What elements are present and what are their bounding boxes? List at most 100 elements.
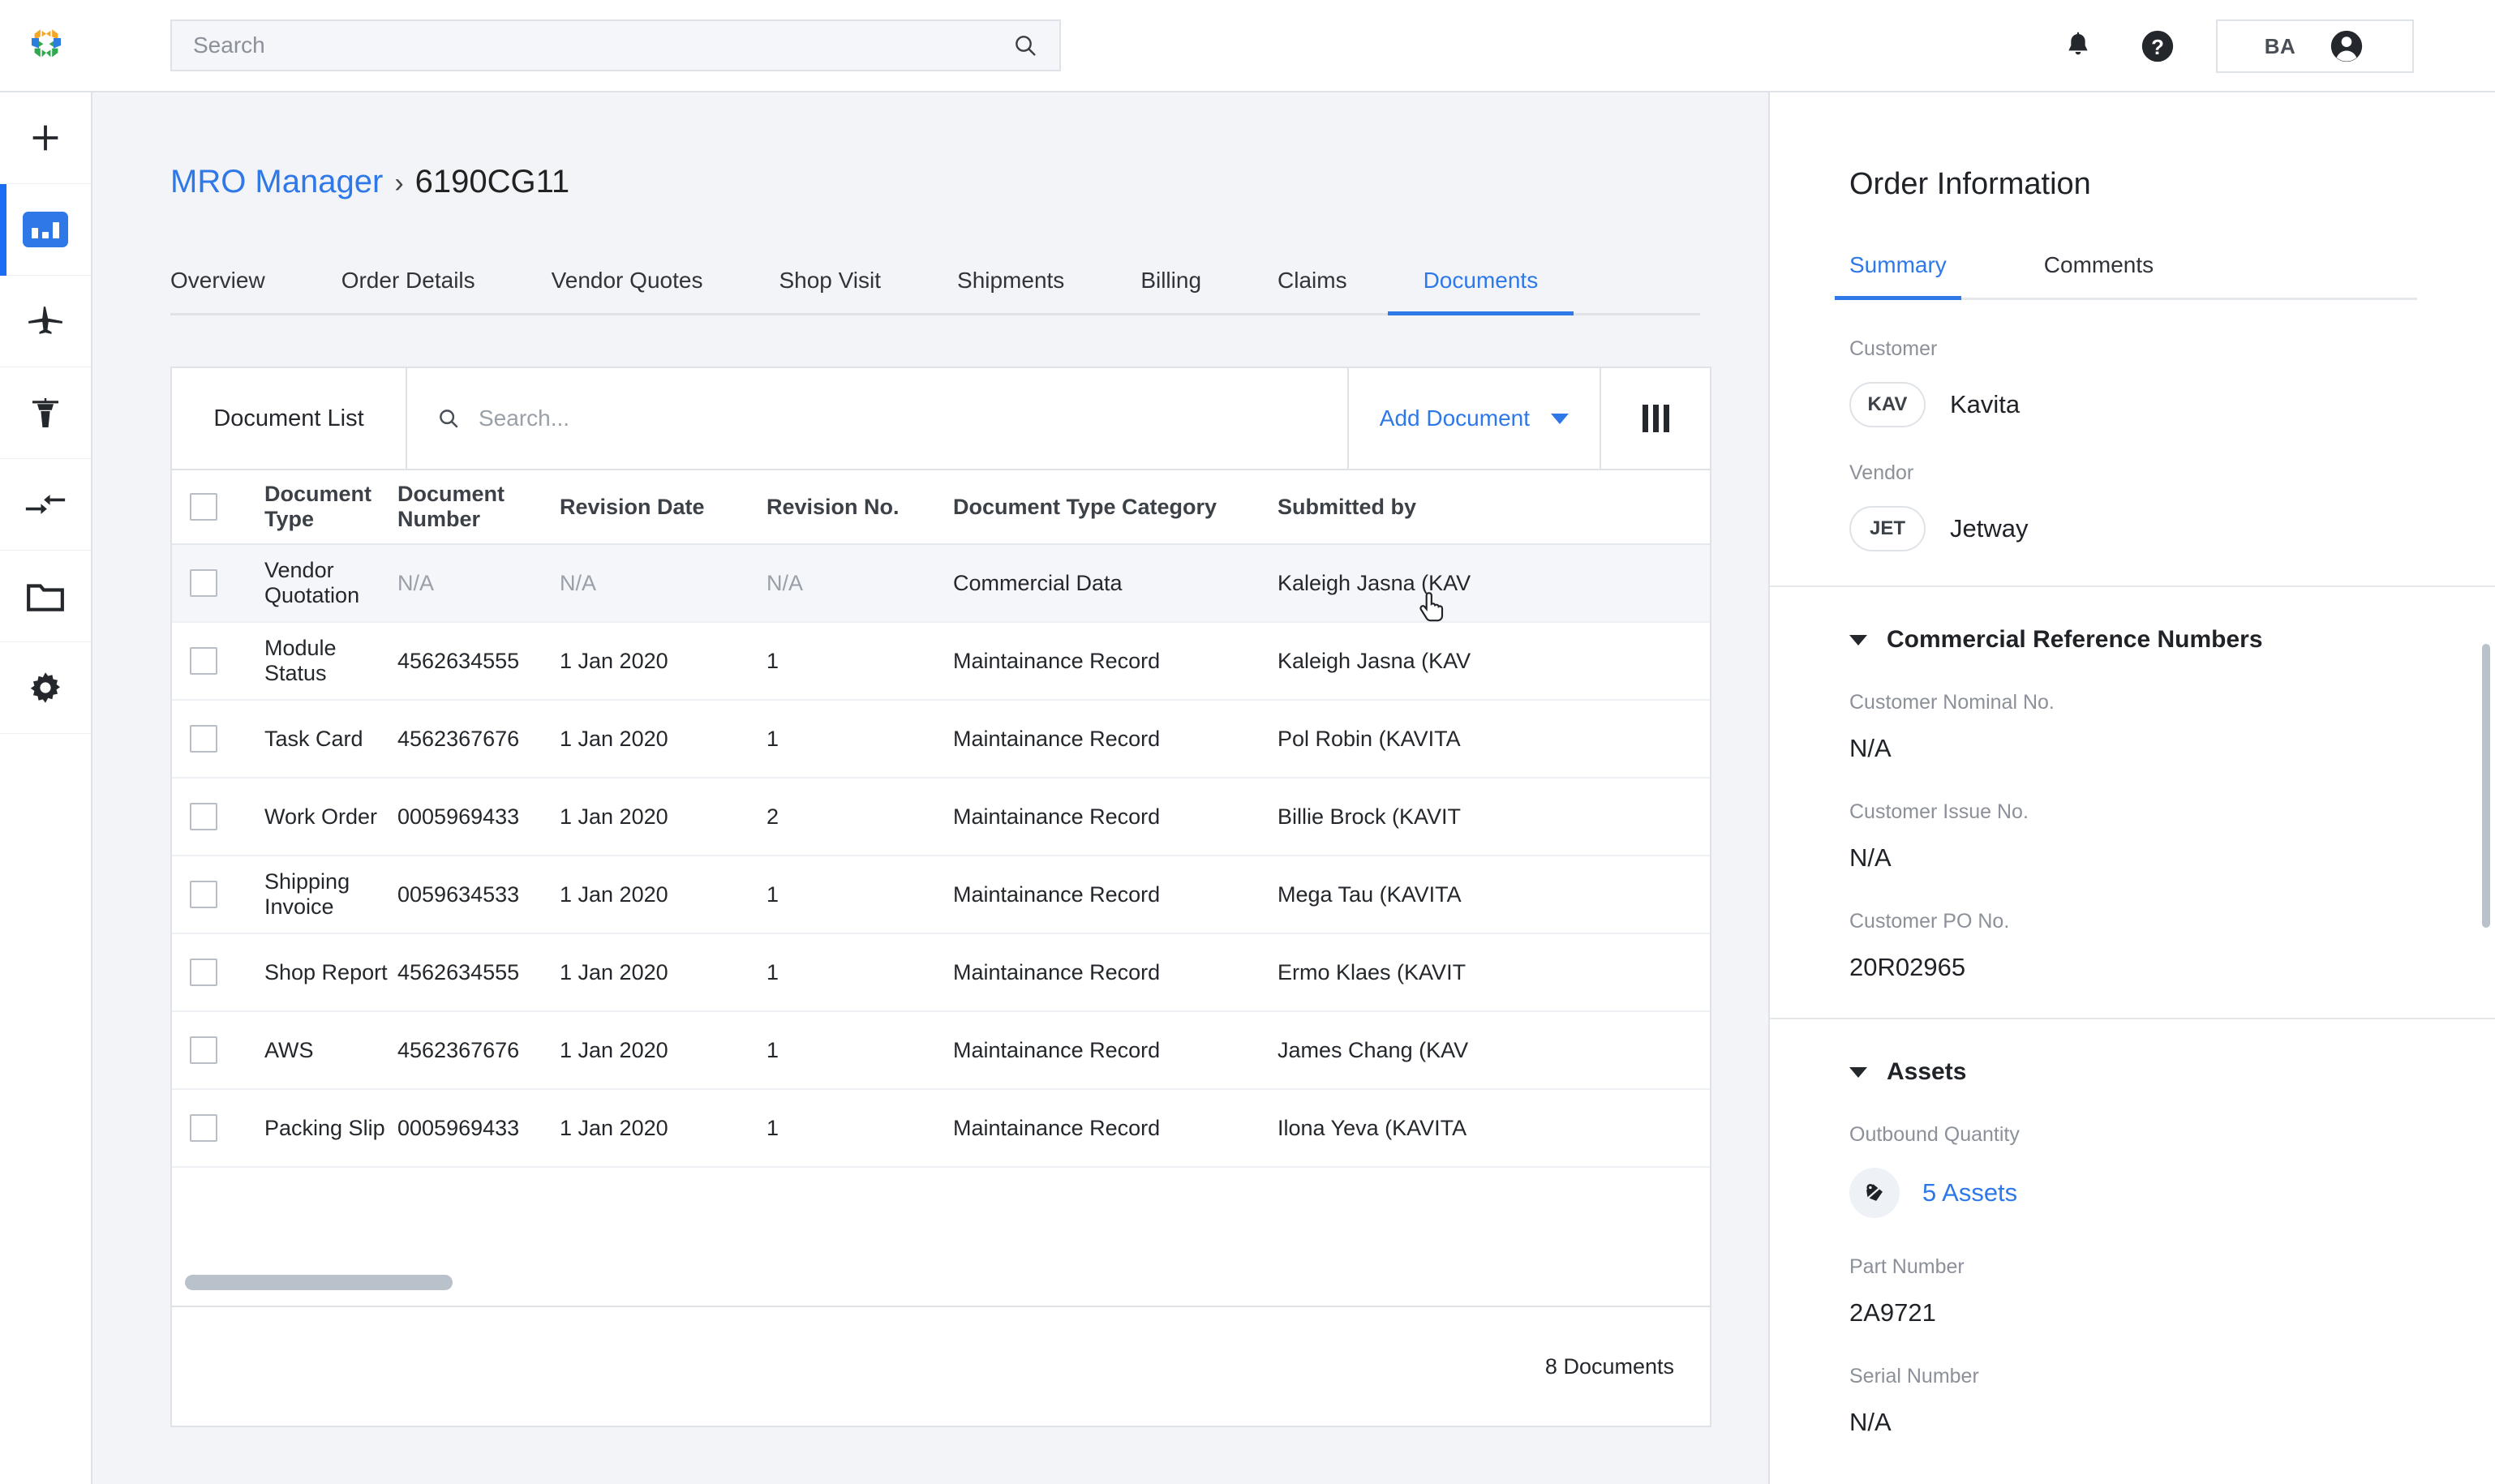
- svg-text:?: ?: [2151, 36, 2164, 59]
- column-header-document-category[interactable]: Document Type Category: [953, 495, 1278, 520]
- column-header-revision-date[interactable]: Revision Date: [560, 495, 767, 520]
- breadcrumb-current: 6190CG11: [414, 164, 570, 199]
- customer-issue-no-label: Customer Issue No.: [1849, 800, 2029, 823]
- column-header-revision-no[interactable]: Revision No.: [767, 495, 953, 520]
- cell-submitted-by: Ilona Yeva (KAVITA: [1278, 1115, 1467, 1140]
- cell-document-type: Shop Report: [264, 959, 388, 984]
- tab-billing[interactable]: Billing: [1140, 268, 1201, 313]
- sidebar-item-files[interactable]: [0, 551, 91, 642]
- column-header-document-number[interactable]: Document Number: [397, 482, 560, 532]
- part-number-label: Part Number: [1849, 1255, 1965, 1278]
- global-search[interactable]: [170, 19, 1061, 71]
- tab-documents[interactable]: Documents: [1387, 268, 1574, 315]
- global-search-input[interactable]: [193, 32, 1012, 58]
- row-checkbox-cell: [172, 959, 235, 986]
- column-header-submitted-by[interactable]: Submitted by: [1278, 495, 1618, 520]
- sidebar-item-fleet[interactable]: [0, 276, 91, 367]
- commercial-section-header[interactable]: Commercial Reference Numbers: [1849, 626, 2495, 654]
- row-checkbox[interactable]: [190, 959, 217, 986]
- part-number-value: 2A9721: [1849, 1298, 1936, 1327]
- sidebar-item-dashboard[interactable]: [0, 184, 91, 276]
- order-tabs: Overview Order Details Vendor Quotes Sho…: [170, 244, 1700, 315]
- breadcrumb: MRO Manager › 6190CG11: [92, 92, 1768, 200]
- user-menu[interactable]: BA: [2216, 19, 2414, 73]
- table-row[interactable]: Shop Report 4562634555 1 Jan 2020 1 Main…: [172, 934, 1710, 1012]
- commercial-section-title: Commercial Reference Numbers: [1887, 626, 2263, 653]
- outbound-quantity-label: Outbound Quantity: [1849, 1123, 2020, 1146]
- notifications-button[interactable]: [2057, 25, 2099, 67]
- tab-shop-visit[interactable]: Shop Visit: [779, 268, 881, 313]
- assets-section-header[interactable]: Assets: [1849, 1058, 2495, 1086]
- cell-revision-no: 2: [767, 804, 779, 829]
- row-checkbox[interactable]: [190, 1114, 217, 1142]
- cell-document-number: 0059634533: [397, 881, 520, 907]
- row-checkbox[interactable]: [190, 1036, 217, 1064]
- sidebar-item-settings[interactable]: [0, 642, 91, 734]
- transfer-arrows-icon: [25, 495, 66, 514]
- table-horizontal-scrollbar-thumb[interactable]: [185, 1275, 453, 1290]
- cell-revision-date: 1 Jan 2020: [560, 726, 668, 751]
- app-root: ? BA: [0, 0, 2495, 1484]
- panel-tab-comments[interactable]: Comments: [2044, 252, 2154, 298]
- breadcrumb-parent[interactable]: MRO Manager: [170, 164, 383, 200]
- outbound-quantity-row: 5 Assets: [1849, 1168, 2495, 1218]
- row-checkbox[interactable]: [190, 725, 217, 753]
- panel-tab-summary[interactable]: Summary: [1835, 252, 1961, 300]
- add-document-label: Add Document: [1379, 405, 1530, 431]
- table-row[interactable]: Vendor Quotation N/A N/A N/A Commercial …: [172, 545, 1710, 623]
- tab-vendor-quotes[interactable]: Vendor Quotes: [552, 268, 703, 313]
- row-checkbox[interactable]: [190, 647, 217, 675]
- cell-submitted-by: Billie Brock (KAVIT: [1278, 804, 1462, 829]
- tab-overview[interactable]: Overview: [170, 268, 265, 313]
- table-horizontal-scrollbar[interactable]: [174, 1275, 1708, 1304]
- sidebar-item-add[interactable]: [0, 92, 91, 184]
- column-header-document-type[interactable]: Document Type: [235, 482, 397, 532]
- cell-revision-date: 1 Jan 2020: [560, 804, 668, 829]
- chevron-down-icon[interactable]: [1849, 1066, 1867, 1078]
- table-row[interactable]: Module Status 4562634555 1 Jan 2020 1 Ma…: [172, 623, 1710, 701]
- panel-title: Order Information: [1849, 167, 2091, 201]
- document-list-title: Document List: [172, 368, 407, 469]
- table-row[interactable]: Task Card 4562367676 1 Jan 2020 1 Mainta…: [172, 701, 1710, 778]
- panel-vertical-scrollbar[interactable]: [2482, 644, 2490, 928]
- cell-document-category: Maintainance Record: [953, 959, 1161, 984]
- row-checkbox[interactable]: [190, 881, 217, 908]
- document-search[interactable]: [407, 368, 1349, 469]
- table-row[interactable]: Packing Slip 0005969433 1 Jan 2020 1 Mai…: [172, 1090, 1710, 1168]
- add-document-button[interactable]: Add Document: [1349, 368, 1601, 469]
- cell-revision-date: 1 Jan 2020: [560, 648, 668, 673]
- tab-shipments[interactable]: Shipments: [957, 268, 1064, 313]
- chevron-down-icon[interactable]: [1849, 634, 1867, 645]
- cell-submitted-by: James Chang (KAV: [1278, 1037, 1469, 1062]
- tab-order-details[interactable]: Order Details: [341, 268, 475, 313]
- row-checkbox[interactable]: [190, 569, 217, 597]
- cell-submitted-by: Kaleigh Jasna (KAV: [1278, 570, 1471, 595]
- search-icon[interactable]: [1012, 32, 1038, 58]
- help-button[interactable]: ?: [2136, 25, 2179, 67]
- sidebar-item-transfers[interactable]: [0, 459, 91, 551]
- customer-name: Kavita: [1950, 390, 2020, 418]
- cell-revision-date: 1 Jan 2020: [560, 1037, 668, 1062]
- table-row[interactable]: Work Order 0005969433 1 Jan 2020 2 Maint…: [172, 778, 1710, 856]
- row-checkbox-cell: [172, 1036, 235, 1064]
- app-logo[interactable]: [0, 24, 92, 67]
- row-checkbox-cell: [172, 1114, 235, 1142]
- outbound-quantity-value[interactable]: 5 Assets: [1922, 1178, 2017, 1207]
- cell-document-number: N/A: [397, 570, 435, 595]
- sidebar-item-operations[interactable]: [0, 367, 91, 459]
- select-all-checkbox[interactable]: [190, 493, 217, 521]
- table-row[interactable]: AWS 4562367676 1 Jan 2020 1 Maintainance…: [172, 1012, 1710, 1090]
- folder-icon: [27, 584, 64, 611]
- breadcrumb-separator: ›: [394, 168, 404, 199]
- question-circle-icon: ?: [2141, 30, 2174, 62]
- vendor-code-chip: JET: [1849, 506, 1926, 551]
- document-count: 8 Documents: [1544, 1353, 1674, 1379]
- airplane-icon: [28, 307, 62, 334]
- table-row[interactable]: Shipping Invoice 0059634533 1 Jan 2020 1…: [172, 856, 1710, 934]
- document-search-input[interactable]: [479, 405, 1347, 431]
- columns-toggle-button[interactable]: [1601, 368, 1710, 469]
- order-information-panel: Order Information Summary Comments Custo…: [1768, 92, 2495, 1484]
- row-checkbox[interactable]: [190, 803, 217, 830]
- tab-claims[interactable]: Claims: [1278, 268, 1347, 313]
- serial-number-value: N/A: [1849, 1408, 1892, 1436]
